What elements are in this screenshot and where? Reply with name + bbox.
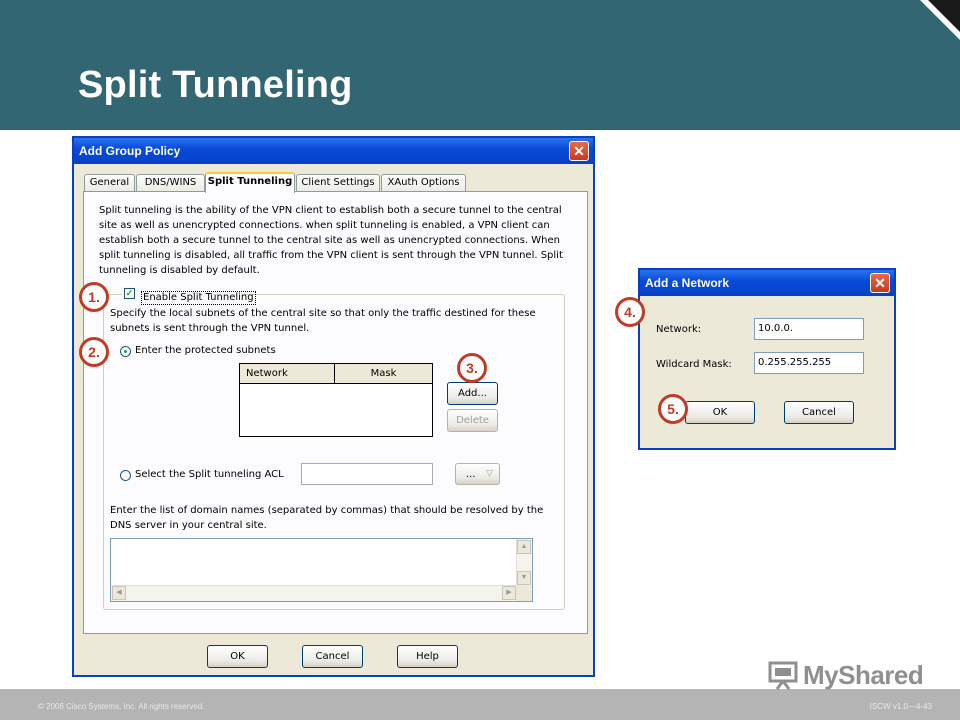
split-acl-radio[interactable] [120,470,131,481]
tab-dns-wins[interactable]: DNS/WINS [136,174,205,192]
group-policy-cancel-button[interactable]: Cancel [302,645,363,668]
network-input[interactable]: 10.0.0. [754,318,864,340]
domain-names-textarea[interactable]: ▲ ▼ ◀ ▶ [110,538,533,602]
step-marker-3: 3. [457,353,487,383]
group-policy-help-button[interactable]: Help [397,645,458,668]
add-network-titlebar: Add a Network [640,270,894,296]
network-label: Network: [656,324,702,335]
split-acl-label: Select the Split tunneling ACL [135,469,284,480]
scroll-left-icon[interactable]: ◀ [112,586,126,600]
enable-split-tunneling-row: ✓ Enable Split Tunneling [122,287,256,305]
myshared-logo: MyShared [767,655,924,695]
step-marker-1: 1. [79,282,109,312]
split-acl-dropdown[interactable]: ... ▽ [455,463,500,485]
add-group-policy-dialog: Add Group Policy ✕ General DNS/WINS Spli… [72,136,595,677]
copyright-text: © 2006 Cisco Systems, Inc. All rights re… [38,702,205,711]
slide-number: ISCW v1.0—4-43 [869,702,932,711]
tab-general[interactable]: General [84,174,135,192]
scroll-down-icon[interactable]: ▼ [517,571,531,585]
enable-split-tunneling-checkbox[interactable]: ✓ [124,288,135,299]
tab-client-settings[interactable]: Client Settings [296,174,380,192]
tab-xauth-options[interactable]: XAuth Options [381,174,466,192]
protected-subnets-label: Enter the protected subnets [135,345,276,356]
slide-title: Split Tunneling [78,64,353,106]
mask-column-header[interactable]: Mask [335,364,432,384]
group-policy-close-icon[interactable]: ✕ [569,141,589,161]
add-network-cancel-button[interactable]: Cancel [784,401,854,424]
horizontal-scrollbar[interactable]: ◀ ▶ [111,585,518,601]
step-marker-5: 5. [658,394,688,424]
add-network-ok-button[interactable]: OK [685,401,755,424]
scroll-up-icon[interactable]: ▲ [517,540,531,554]
step-marker-4: 4. [615,297,645,327]
tab-split-tunneling[interactable]: Split Tunneling [205,172,295,193]
scroll-corner [516,585,532,601]
network-column-header[interactable]: Network [240,364,335,384]
domain-instructions: Enter the list of domain names (separate… [110,505,544,531]
add-subnet-button[interactable]: Add... [447,382,498,405]
chevron-down-icon: ▽ [486,469,493,479]
group-policy-titlebar: Add Group Policy [74,138,593,164]
subnet-instructions: Specify the local subnets of the central… [110,308,536,334]
split-tunneling-description: Split tunneling is the ability of the VP… [99,205,563,276]
wildcard-mask-label: Wildcard Mask: [656,359,732,370]
split-acl-input[interactable] [301,463,433,485]
corner-decoration-icon [920,0,960,40]
step-marker-2: 2. [79,337,109,367]
logo-text: MyShared [803,659,924,690]
protected-subnets-radio[interactable] [120,346,131,357]
add-network-close-icon[interactable]: ✕ [870,273,890,293]
subnet-table[interactable]: Network Mask [239,363,433,437]
enable-split-tunneling-label: Enable Split Tunneling [141,291,256,305]
group-policy-ok-button[interactable]: OK [207,645,268,668]
presentation-icon [768,661,798,690]
delete-subnet-button[interactable]: Delete [447,409,498,432]
vertical-scrollbar[interactable]: ▲ ▼ [516,539,532,587]
split-acl-dropdown-value: ... [466,469,476,480]
wildcard-mask-input[interactable]: 0.255.255.255 [754,352,864,374]
scroll-right-icon[interactable]: ▶ [502,586,516,600]
